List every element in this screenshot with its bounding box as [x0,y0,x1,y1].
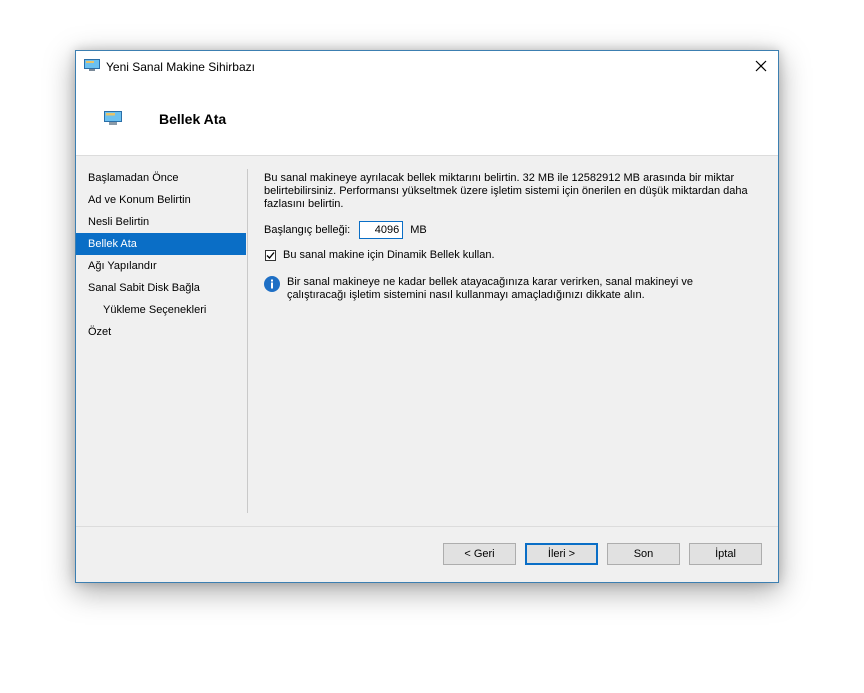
step-summary[interactable]: Özet [76,321,246,343]
startup-memory-input[interactable] [359,221,404,239]
memory-description: Bu sanal makineye ayrılacak bellek mikta… [264,172,748,210]
step-name-and-location[interactable]: Ad ve Konum Belirtin [76,189,246,211]
step-before-you-begin[interactable]: Başlamadan Önce [76,167,246,189]
step-configure-networking[interactable]: Ağı Yapılandır [76,255,246,277]
footer-divider [76,526,778,527]
step-installation-options[interactable]: Yükleme Seçenekleri [76,299,246,321]
info-note: Bir sanal makineye ne kadar bellek ataya… [264,276,747,302]
dynamic-memory-label[interactable]: Bu sanal makine için Dinamik Bellek kull… [283,249,495,261]
memory-page-icon [104,111,122,125]
memory-settings-panel: Bu sanal makineye ayrılacak bellek mikta… [264,172,764,301]
page-title: Bellek Ata [159,111,227,127]
info-text: Bir sanal makineye ne kadar bellek ataya… [287,276,693,301]
finish-button[interactable]: Son [607,543,680,565]
dynamic-memory-checkbox[interactable] [265,249,276,261]
step-generation[interactable]: Nesli Belirtin [76,211,246,233]
step-connect-virtual-hard-disk[interactable]: Sanal Sabit Disk Bağla [76,277,246,299]
cancel-button[interactable]: İptal [689,543,762,565]
back-button[interactable]: < Geri [443,543,516,565]
wizard-header: Bellek Ata [76,81,778,156]
step-assign-memory[interactable]: Bellek Ata [76,233,246,255]
wizard-window: Yeni Sanal Makine Sihirbazı Bellek Ata B… [75,50,779,583]
wizard-step-list: Başlamadan Önce Ad ve Konum Belirtin Nes… [76,167,246,343]
nav-divider [247,169,248,513]
info-icon [264,276,280,292]
startup-memory-unit: MB [410,224,427,236]
startup-memory-label: Başlangıç belleği: [264,224,351,236]
startup-memory-row: Başlangıç belleği: MB [264,220,427,240]
next-button[interactable]: İleri > [525,543,598,565]
close-button[interactable] [744,51,778,81]
checkmark-icon [266,251,275,259]
window-title: Yeni Sanal Makine Sihirbazı [106,60,255,74]
dynamic-memory-row: Bu sanal makine için Dinamik Bellek kull… [265,249,495,261]
title-bar: Yeni Sanal Makine Sihirbazı [76,51,778,81]
virtual-machine-icon [84,59,100,71]
close-icon [755,60,767,72]
